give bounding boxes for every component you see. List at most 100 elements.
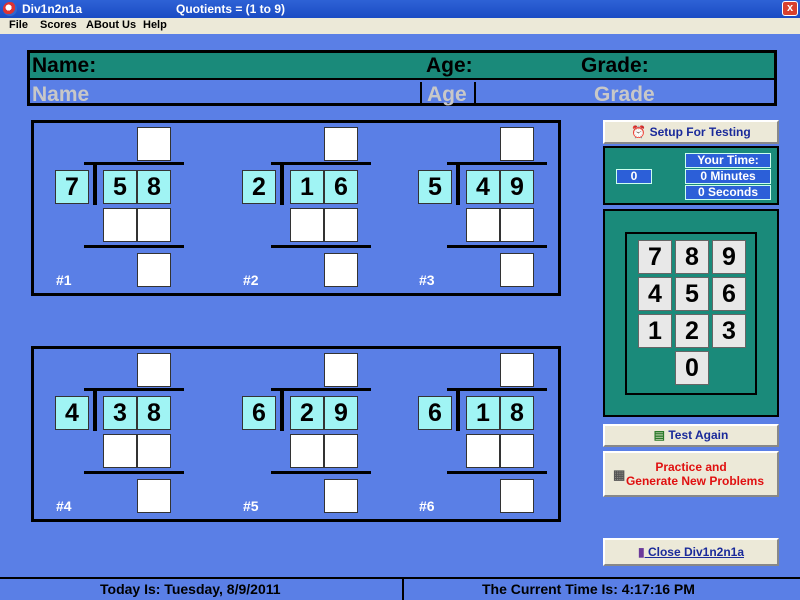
keypad-key-4[interactable]: 4 [638,277,672,311]
product-input[interactable] [324,434,358,468]
name-field[interactable]: Name [32,83,89,107]
keypad-key-7[interactable]: 7 [638,240,672,274]
today-date: Today Is: Tuesday, 8/9/2011 [100,581,281,597]
problem-panel-top: 7 5 8 #1 2 1 6 #2 5 4 9 #3 [31,120,561,296]
setup-testing-button[interactable]: ⏰ Setup For Testing [603,120,779,144]
close-app-label: Close Div1n2n1a [647,545,744,559]
product-input[interactable] [137,434,171,468]
quotient-input[interactable] [500,127,534,161]
practice-generate-button[interactable]: ▦ Practice and Generate New Problems [603,451,779,497]
divisor-digit: 2 [242,170,276,204]
current-time: The Current Time Is: 4:17:16 PM [482,581,695,597]
keypad-key-3[interactable]: 3 [712,314,746,348]
keypad-key-5[interactable]: 5 [675,277,709,311]
keypad-key-0[interactable]: 0 [675,351,709,385]
division-bracket [93,165,97,205]
menu-scores[interactable]: Scores [40,19,77,31]
close-app-button[interactable]: ▮ Close Div1n2n1a [603,538,779,566]
divisor-digit: 6 [418,396,452,430]
status-divider [402,579,404,600]
division-bracket [280,165,284,205]
dividend-digit: 3 [103,396,137,430]
quotient-input[interactable] [500,353,534,387]
problem-label: #2 [243,272,259,288]
app-title: Div1n2n1a [22,2,83,16]
door-exit-icon: ▮ [638,545,645,559]
product-input[interactable] [500,434,534,468]
status-bar: Today Is: Tuesday, 8/9/2011 The Current … [0,577,800,600]
quotient-input[interactable] [137,127,171,161]
keypad-key-1[interactable]: 1 [638,314,672,348]
problem-label: #4 [56,498,72,514]
product-input[interactable] [466,434,500,468]
dividend-digit: 8 [137,170,171,204]
grade-label: Grade: [581,54,649,77]
quotient-input[interactable] [324,127,358,161]
product-input[interactable] [103,434,137,468]
window-close-button[interactable]: x [782,1,798,16]
menu-about-us[interactable]: ABout Us [86,19,136,31]
menu-help[interactable]: Help [143,19,167,31]
info-label-row: Name: Age: Grade: [30,53,774,80]
quotient-input[interactable] [137,353,171,387]
remainder-input[interactable] [500,253,534,287]
subtraction-bar [447,471,547,474]
keypad-key-8[interactable]: 8 [675,240,709,274]
product-input[interactable] [500,208,534,242]
keypad-key-6[interactable]: 6 [712,277,746,311]
grade-field[interactable]: Grade [594,83,655,107]
divider [474,82,476,104]
minutes-display: 0 Minutes [685,169,771,184]
division-bracket [93,391,97,431]
product-input[interactable] [290,434,324,468]
seconds-display: 0 Seconds [685,185,771,200]
division-bracket [280,391,284,431]
remainder-input[interactable] [324,253,358,287]
divisor-digit: 6 [242,396,276,430]
product-input[interactable] [103,208,137,242]
division-bar [447,162,547,165]
divisor-digit: 5 [418,170,452,204]
menu-bar: File Scores ABout Us Help [0,18,800,34]
subtraction-bar [84,471,184,474]
remainder-input[interactable] [137,479,171,513]
problem-label: #3 [419,272,435,288]
age-field[interactable]: Age [427,83,467,107]
problem-panel-bottom: 4 3 8 #4 6 2 9 #5 6 1 8 #6 [31,346,561,522]
product-input[interactable] [324,208,358,242]
keypad-key-2[interactable]: 2 [675,314,709,348]
dividend-digit: 8 [500,396,534,430]
calculator-icon: ▦ [613,467,626,482]
product-input[interactable] [290,208,324,242]
student-info-panel: Name: Age: Grade: Name Age Grade [27,50,777,106]
timer-panel: 0 Your Time: 0 Minutes 0 Seconds [603,146,779,205]
division-bar [271,162,371,165]
dividend-digit: 6 [324,170,358,204]
remainder-input[interactable] [324,479,358,513]
title-bar: Div1n2n1a Quotients = (1 to 9) x [0,0,800,18]
problem-label: #5 [243,498,259,514]
test-again-button[interactable]: ▤ Test Again [603,424,779,447]
practice-label-line1: Practice and [655,460,727,474]
product-input[interactable] [137,208,171,242]
alarm-clock-icon: ⏰ [631,125,647,139]
divisor-digit: 7 [55,170,89,204]
your-time-label: Your Time: [685,153,771,168]
division-bar [271,388,371,391]
dividend-digit: 1 [466,396,500,430]
dividend-digit: 4 [466,170,500,204]
product-input[interactable] [466,208,500,242]
menu-file[interactable]: File [9,19,28,31]
division-bracket [456,165,460,205]
quotient-input[interactable] [324,353,358,387]
test-again-label: Test Again [668,428,729,442]
test-count: 0 [616,169,652,184]
dividend-digit: 2 [290,396,324,430]
keypad-key-9[interactable]: 9 [712,240,746,274]
remainder-input[interactable] [137,253,171,287]
subtraction-bar [271,471,371,474]
problem-label: #6 [419,498,435,514]
remainder-input[interactable] [500,479,534,513]
keypad-panel: 7 8 9 4 5 6 1 2 3 0 [603,209,779,417]
age-label: Age: [426,54,473,77]
